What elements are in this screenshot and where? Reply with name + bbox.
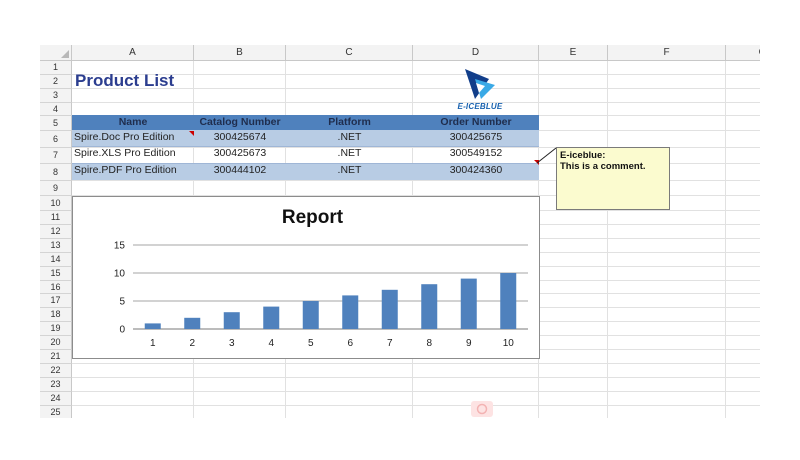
watermark-icon	[471, 401, 493, 417]
bar-7	[381, 289, 398, 329]
x-tick-label: 10	[503, 338, 515, 349]
bar-8	[421, 284, 438, 329]
chart-canvas: Report 0 5 10 15 1 2 3 4 5 6 7 8 9 10	[114, 207, 528, 349]
bar-3	[223, 312, 240, 329]
bar-2	[184, 317, 201, 329]
bar-4	[263, 306, 280, 329]
y-tick-label: 5	[119, 297, 125, 308]
spreadsheet[interactable]: ABCDEFG 12345678910111213141516171819202…	[40, 45, 760, 418]
x-tick-label: 8	[426, 338, 432, 349]
chart-title: Report	[282, 207, 344, 228]
comment-text: This is a comment.	[560, 161, 646, 172]
x-tick-label: 1	[150, 338, 156, 349]
y-tick-label: 15	[114, 241, 126, 252]
x-tick-label: 6	[347, 338, 353, 349]
bar-10	[500, 273, 517, 329]
cell-comment-box[interactable]: E-iceblue: This is a comment.	[556, 147, 670, 210]
y-tick-label: 10	[114, 269, 126, 280]
x-tick-label: 3	[229, 338, 235, 349]
bar-1	[144, 323, 161, 329]
bar-9	[460, 278, 477, 329]
x-tick-label: 9	[466, 338, 472, 349]
x-tick-label: 4	[268, 338, 274, 349]
report-chart[interactable]: Report 0 5 10 15 1 2 3 4 5 6 7 8 9 10	[72, 196, 540, 359]
bar-5	[302, 301, 319, 329]
x-tick-label: 2	[189, 338, 195, 349]
x-tick-label: 5	[308, 338, 314, 349]
x-tick-label: 7	[387, 338, 393, 349]
comment-author: E-iceblue:	[560, 150, 606, 161]
y-tick-label: 0	[119, 325, 125, 336]
bar-6	[342, 295, 359, 329]
